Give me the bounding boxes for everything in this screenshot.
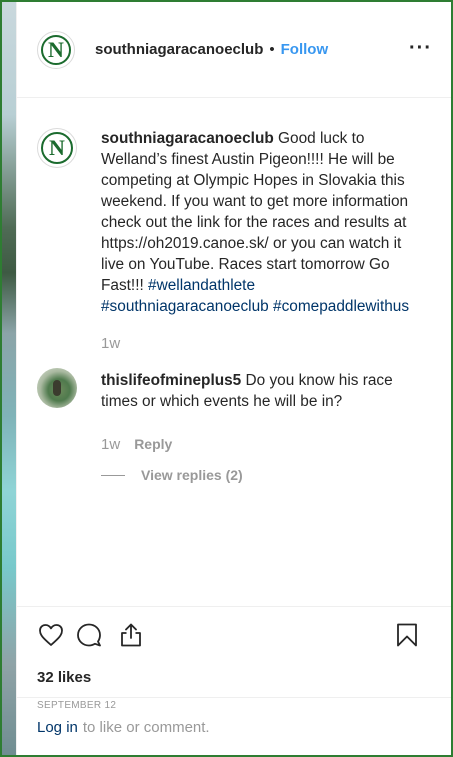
- post-header: N southniagaracanoeclub • Follow ···: [17, 2, 451, 98]
- replies-divider-line: [101, 475, 125, 476]
- view-replies-label: View replies (2): [141, 467, 243, 483]
- comment-item: thislifeofmineplus5 Do you know his race…: [37, 368, 432, 486]
- comment-body: thislifeofmineplus5 Do you know his race…: [101, 370, 413, 486]
- login-link[interactable]: Log in: [37, 719, 78, 736]
- club-avatar[interactable]: N: [37, 30, 75, 69]
- login-prompt-text: to like or comment.: [82, 718, 210, 736]
- logo-letter: N: [49, 135, 65, 160]
- hashtag-link[interactable]: #southniagaracanoeclub: [101, 298, 269, 315]
- comment-meta: 1w Reply: [101, 434, 413, 455]
- commenter-avatar[interactable]: [37, 368, 77, 408]
- login-prompt: Log in to like or comment.: [17, 697, 451, 755]
- caption-text: Good luck to Welland’s finest Austin Pig…: [101, 130, 409, 294]
- more-options-icon[interactable]: ···: [409, 38, 432, 58]
- post-side-panel: N southniagaracanoeclub • Follow ··· N s…: [16, 2, 451, 755]
- caption-item: N southniagaracanoeclub Good luck to Wel…: [37, 128, 432, 354]
- post-window: N southniagaracanoeclub • Follow ··· N s…: [0, 0, 453, 757]
- caption-avatar[interactable]: N: [37, 128, 77, 168]
- likes-count[interactable]: 32 likes: [17, 669, 451, 686]
- comments-area[interactable]: N southniagaracanoeclub Good luck to Wel…: [17, 98, 451, 606]
- hashtag-link[interactable]: #comepaddlewithus: [273, 298, 409, 315]
- view-replies-button[interactable]: View replies (2): [101, 465, 413, 486]
- action-bar: [17, 606, 451, 669]
- header-username[interactable]: southniagaracanoeclub: [95, 41, 263, 58]
- header-separator: •: [269, 41, 275, 58]
- caption-username[interactable]: southniagaracanoeclub: [101, 130, 274, 147]
- logo-letter: N: [48, 36, 64, 62]
- caption-body: southniagaracanoeclub Good luck to Wella…: [101, 128, 413, 354]
- bookmark-icon[interactable]: [393, 621, 421, 654]
- comment-age[interactable]: 1w: [101, 436, 120, 453]
- post-photo-edge: [2, 2, 16, 755]
- caption-age[interactable]: 1w: [101, 333, 413, 354]
- follow-button[interactable]: Follow: [281, 41, 329, 58]
- comment-username[interactable]: thislifeofmineplus5: [101, 372, 241, 389]
- heart-icon[interactable]: [37, 621, 65, 654]
- share-upload-icon[interactable]: [117, 621, 145, 654]
- reply-button[interactable]: Reply: [134, 436, 172, 452]
- hashtag-link[interactable]: #wellandathlete: [148, 277, 255, 294]
- comment-bubble-icon[interactable]: [75, 621, 103, 654]
